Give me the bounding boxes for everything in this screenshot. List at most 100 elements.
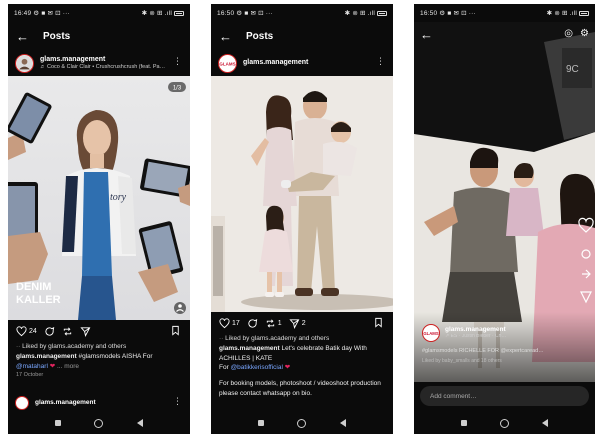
next-avatar[interactable] [15,396,29,410]
share-count: 2 [301,319,306,327]
like-button[interactable]: 24 [16,325,37,337]
repost-button[interactable] [62,326,73,337]
svg-text:9C: 9C [566,64,579,75]
back-arrow-icon[interactable]: ← [420,28,433,41]
caption: glams.management Let's celebrate Batik d… [219,344,385,373]
battery-icon [174,10,184,16]
liked-by: ·· Liked by glams.academy and others [219,335,330,342]
post-username[interactable]: glams.management [243,59,308,67]
next-post-header: glams.management ⋮ [8,394,190,412]
status-time: 16:50 [420,10,438,17]
status-bar: 16:50 ⚙ ■ ✉ ⊡ ··· ✱ ⊚ ⊞ .ıll [414,4,595,22]
brand-overlay-line2: KALLER [16,294,61,306]
post-photo[interactable]: tory 1/3 DENIM KALLER [8,76,190,320]
status-bar: 16:49 ⚙ ■ ✉ ⊡ ··· ✱ ⊚ ⊞ .ıll [8,4,190,22]
home-icon[interactable] [499,418,509,428]
brand-overlay-line1: DENIM [16,281,51,293]
like-button[interactable]: 17 [219,317,240,329]
post-username[interactable]: glams.management [40,56,165,64]
avatar[interactable]: GLAMS [422,324,440,342]
system-back-icon[interactable] [542,419,549,427]
bookmark-icon [172,325,179,336]
header: ← Posts [8,22,190,50]
comment-icon [45,326,55,336]
reel-caption[interactable]: #glamsmodels RICHELLE FOR @expertcaread… [422,348,544,354]
recent-apps-icon[interactable] [460,420,467,426]
post-details: ·· Liked by glams.academy and others gla… [8,342,190,380]
avatar[interactable] [15,53,34,73]
save-button[interactable] [170,325,181,336]
status-bar: 16:50 ⚙ ■ ✉ ⊡ ··· ✱ ⊚ ⊞ .ıll [211,4,393,22]
phone-screen-1: 16:49 ⚙ ■ ✉ ⊡ ··· ✱ ⊚ ⊞ .ıll ← Posts gla… [8,4,190,434]
comment-input[interactable]: Add comment… [420,386,589,406]
more-options-icon[interactable]: ⋮ [376,57,385,66]
home-icon[interactable] [297,418,307,428]
post-photo[interactable] [211,76,393,312]
home-icon[interactable] [94,418,104,428]
caption-for: For [219,364,229,372]
system-nav-bar [414,412,595,434]
audio-track[interactable]: ♬ Coco & Clair Clair • Crushcrushcrush (… [40,64,165,70]
recent-apps-icon[interactable] [257,420,264,426]
system-back-icon[interactable] [340,419,347,427]
avatar[interactable]: GLAMS [218,53,237,73]
recent-apps-icon[interactable] [54,420,61,426]
status-system-icons: ✱ ⊚ ⊞ .ıll [546,10,577,17]
caption: glams.management #glamsmodels AISHA For … [16,352,182,372]
caption-mention[interactable]: @mataharl [16,363,48,370]
caption-username[interactable]: glams.management [219,345,280,352]
family-photo-illustration [211,76,393,312]
page-title: Posts [43,30,71,42]
post-details: ·· Liked by glams.academy and others gla… [211,334,393,399]
send-icon [80,326,91,337]
liked-by: ·· Liked by glams.academy and others [16,343,127,350]
header: ← Posts [211,22,393,50]
status-notification-icons: ⚙ ■ ✉ ⊡ ··· [236,10,273,17]
phone-screen-2: 16:50 ⚙ ■ ✉ ⊡ ··· ✱ ⊚ ⊞ .ıll ← Posts GLA… [211,4,393,434]
reel-liked-by: Liked by baby_smalls and 18 others [422,358,502,364]
phone-screen-3: 16:50 ⚙ ■ ✉ ⊡ ··· ✱ ⊚ ⊞ .ıll 9C ← ◎ ⚙ GL… [414,4,595,434]
photo-counter: 1/3 [173,86,182,92]
battery-icon [579,10,589,16]
heart-emoji-icon: ❤ [284,364,291,372]
status-system-icons: ✱ ⊚ ⊞ .ıll [141,10,172,17]
more-options-icon[interactable]: ⋮ [173,57,182,66]
svg-text:GLAMS: GLAMS [219,61,235,66]
like-count: 17 [232,319,240,327]
comment-button[interactable] [44,326,55,337]
next-more-options-icon[interactable]: ⋮ [173,397,182,406]
reel-video[interactable]: 9C ← ◎ ⚙ GLAMS glams.management ↗ ES · J… [414,22,595,382]
caption-line2: ACHILLES | KATE [219,354,273,362]
back-arrow-icon[interactable]: ← [219,30,232,43]
bookmark-icon [375,317,382,328]
save-button[interactable] [373,317,384,328]
reel-audio[interactable]: ↗ ES · Justin Bieber · Ch… [445,334,506,340]
share-button[interactable] [80,326,91,337]
battery-icon [377,10,387,16]
comment-button[interactable] [247,318,258,329]
status-notification-icons: ⚙ ■ ✉ ⊡ ··· [439,10,476,17]
settings-icon[interactable]: ⚙ [580,28,589,39]
camera-icon[interactable]: ◎ [564,28,573,39]
post-actions: 24 [8,320,190,342]
next-post-username[interactable]: glams.management [35,399,96,406]
repost-button[interactable]: 1 [265,318,282,329]
caption-username[interactable]: glams.management [16,353,77,360]
booking-text: For booking models, photoshoot / videosh… [219,380,381,397]
caption-line1: Let's celebrate Batik day With [281,344,367,352]
share-button[interactable]: 2 [289,318,306,329]
caption-mention[interactable]: @batikkerisofficial [231,364,283,371]
system-nav-bar [8,412,190,434]
system-nav-bar [211,412,393,434]
model-photo-illustration: tory 1/3 DENIM KALLER [8,82,190,320]
status-time: 16:50 [217,10,235,17]
system-back-icon[interactable] [137,419,144,427]
back-arrow-icon[interactable]: ← [16,30,29,43]
like-count: 24 [29,327,37,335]
more-link[interactable]: ... more [57,363,79,370]
caption-text: #glamsmodels AISHA For [78,352,153,360]
status-time: 16:49 [14,10,32,17]
jacket-text: tory [110,192,127,203]
send-icon [289,318,300,329]
reel-username[interactable]: glams.management [445,326,506,333]
